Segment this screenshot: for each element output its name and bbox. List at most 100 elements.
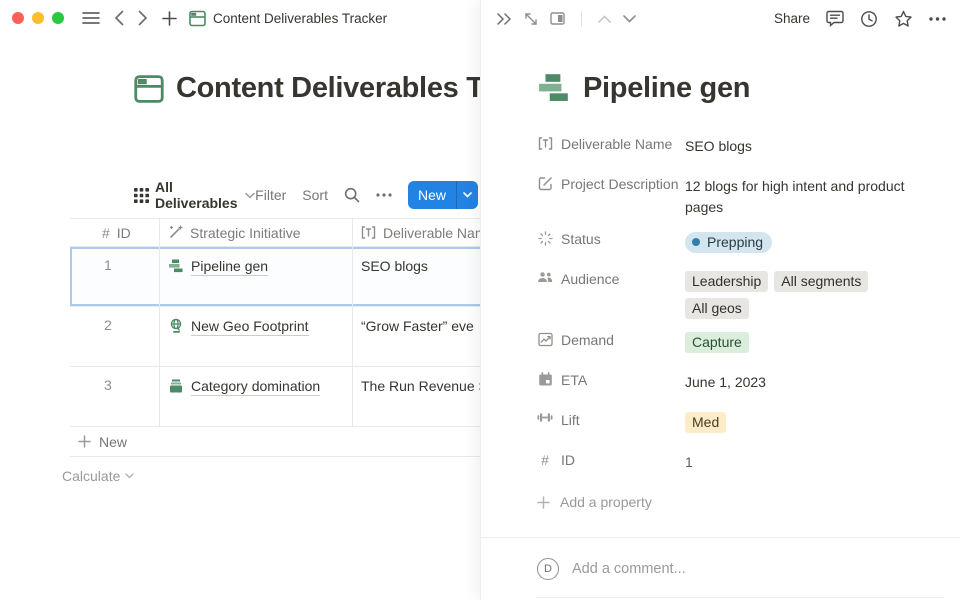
history-icon[interactable] xyxy=(860,10,878,28)
property-value[interactable]: 12 blogs for high intent and product pag… xyxy=(685,170,920,218)
bar-chart-icon xyxy=(168,258,184,274)
property-value[interactable]: Med xyxy=(685,406,920,439)
chevron-down-icon xyxy=(245,192,255,199)
cell-deliverable[interactable]: “Grow Faster” eve xyxy=(353,307,481,366)
comments-icon[interactable] xyxy=(826,10,844,27)
property-value[interactable]: June 1, 2023 xyxy=(685,366,920,399)
page-link[interactable]: Category domination xyxy=(191,378,320,396)
bar-chart-icon[interactable] xyxy=(537,71,571,105)
next-record-icon[interactable] xyxy=(623,15,636,23)
sidebar-toggle-icon[interactable] xyxy=(82,11,100,25)
forward-icon[interactable] xyxy=(138,10,148,26)
property-label[interactable]: ETA xyxy=(537,366,685,399)
table-row[interactable]: 1 Pipeline gen SEO blogs xyxy=(70,247,481,307)
property-label-text: ID xyxy=(561,452,575,468)
new-tab-icon[interactable] xyxy=(162,11,177,26)
table-row[interactable]: 3 Category domination The Run Revenue S xyxy=(70,367,481,427)
calculate-button[interactable]: Calculate xyxy=(62,457,481,495)
cell-deliverable[interactable]: The Run Revenue S xyxy=(353,367,481,426)
zoom-traffic-light[interactable] xyxy=(52,12,64,24)
plus-icon xyxy=(78,435,91,448)
table-view-icon xyxy=(134,188,149,203)
share-button[interactable]: Share xyxy=(774,11,810,26)
view-tab-all-deliverables[interactable]: All Deliverables xyxy=(134,179,255,211)
cell-initiative[interactable]: Category domination xyxy=(160,367,353,426)
close-peek-icon[interactable] xyxy=(496,13,512,25)
property-label-text: Demand xyxy=(561,332,614,348)
property-row-lift: Lift Med xyxy=(537,406,920,439)
cell-id[interactable]: 3 xyxy=(70,367,160,426)
tag[interactable]: Capture xyxy=(685,332,749,353)
books-icon xyxy=(168,378,184,394)
new-row-label: New xyxy=(99,434,127,450)
column-header-deliverable-name[interactable]: Deliverable Name xyxy=(353,219,481,246)
minimize-traffic-light[interactable] xyxy=(32,12,44,24)
search-icon[interactable] xyxy=(344,187,360,203)
tag[interactable]: Leadership xyxy=(685,271,768,292)
page-link[interactable]: New Geo Footprint xyxy=(191,318,309,336)
status-pill[interactable]: Prepping xyxy=(685,232,772,253)
property-label[interactable]: Project Description xyxy=(537,170,685,218)
cell-id[interactable]: 2 xyxy=(70,307,160,366)
expand-icon[interactable] xyxy=(524,12,538,26)
toolbar-divider xyxy=(581,11,582,27)
cell-id[interactable]: 1 xyxy=(70,247,160,306)
tag[interactable]: All segments xyxy=(774,271,868,292)
column-header-id[interactable]: # ID xyxy=(70,219,160,246)
previous-record-icon[interactable] xyxy=(598,15,611,23)
status-text: Prepping xyxy=(707,232,763,253)
side-peek-panel: Share Pipeline gen xyxy=(480,0,960,600)
property-label[interactable]: Status xyxy=(537,225,685,258)
wand-icon xyxy=(168,225,183,240)
side-peek-mode-icon[interactable] xyxy=(550,12,565,25)
column-header-strategic-initiative[interactable]: Strategic Initiative xyxy=(160,219,353,246)
comment-section: D Add a comment... xyxy=(481,537,960,600)
property-value[interactable]: Leadership All segments All geos xyxy=(685,265,920,319)
new-record-dropdown-icon[interactable] xyxy=(456,181,478,209)
property-row-eta: ETA June 1, 2023 xyxy=(537,366,920,399)
property-label[interactable]: Audience xyxy=(537,265,685,319)
filter-button[interactable]: Filter xyxy=(255,187,286,203)
more-options-icon[interactable] xyxy=(376,193,392,197)
close-traffic-light[interactable] xyxy=(12,12,24,24)
page-title[interactable]: Content Deliverables Tracker xyxy=(176,72,481,105)
favorite-star-icon[interactable] xyxy=(894,10,913,28)
property-value[interactable]: 1 xyxy=(685,446,920,479)
add-property-label: Add a property xyxy=(560,494,652,510)
property-value[interactable]: SEO blogs xyxy=(685,130,920,163)
new-record-button[interactable]: New xyxy=(408,181,456,209)
property-value[interactable]: Capture xyxy=(685,326,920,359)
page-link[interactable]: Pipeline gen xyxy=(191,258,268,276)
dumbbell-icon xyxy=(537,412,553,423)
sort-button[interactable]: Sort xyxy=(302,187,328,203)
table-row[interactable]: 2 New Geo Footprint “Grow Faster” eve xyxy=(70,307,481,367)
property-label[interactable]: Lift xyxy=(537,406,685,439)
property-value[interactable]: Prepping xyxy=(685,225,920,258)
hash-icon: # xyxy=(537,452,553,468)
table-header-row: # ID Strategic Initiative Deliverable Na… xyxy=(70,218,481,247)
tag[interactable]: All geos xyxy=(685,298,749,319)
status-dot-icon xyxy=(692,238,700,246)
new-record-split-button[interactable]: New xyxy=(408,181,478,209)
cell-deliverable[interactable]: SEO blogs xyxy=(353,247,481,306)
more-options-icon[interactable] xyxy=(929,17,946,21)
cell-initiative[interactable]: Pipeline gen xyxy=(160,247,353,306)
add-comment-input[interactable]: Add a comment... xyxy=(572,561,686,577)
plus-icon xyxy=(537,496,550,509)
page-table-icon-large[interactable] xyxy=(134,74,164,104)
property-row-audience: Audience Leadership All segments All geo… xyxy=(537,265,920,319)
property-label-text: Deliverable Name xyxy=(561,136,672,152)
cell-initiative[interactable]: New Geo Footprint xyxy=(160,307,353,366)
property-label[interactable]: Deliverable Name xyxy=(537,130,685,163)
property-label[interactable]: # ID xyxy=(537,446,685,479)
main-window: Content Deliverables Tracker Content Del… xyxy=(0,0,481,600)
add-property-button[interactable]: Add a property xyxy=(537,486,920,510)
status-icon xyxy=(537,231,553,246)
property-label[interactable]: Demand xyxy=(537,326,685,359)
database-table: # ID Strategic Initiative Deliverable Na… xyxy=(70,218,481,495)
record-header: Pipeline gen xyxy=(537,71,920,105)
record-title[interactable]: Pipeline gen xyxy=(583,72,750,105)
tag[interactable]: Med xyxy=(685,412,726,433)
back-icon[interactable] xyxy=(114,10,124,26)
new-row-button[interactable]: New xyxy=(70,427,481,457)
